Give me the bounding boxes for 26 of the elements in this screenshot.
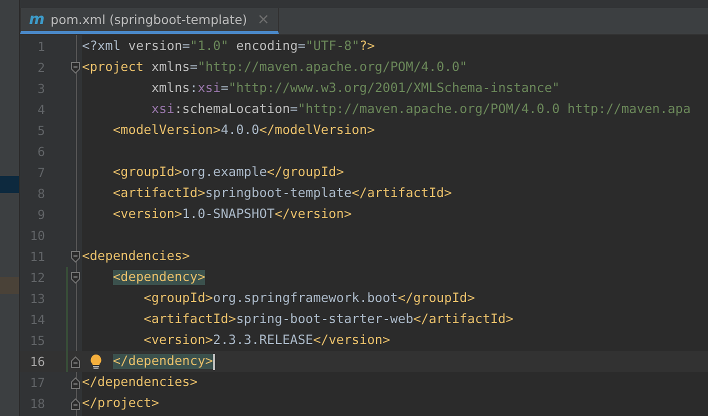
code-line: <artifactId>springboot-template</artifactId> xyxy=(112,186,452,201)
code-line: <artifactId>spring-boot-starter-web</artifactId> xyxy=(142,312,514,327)
fold-icon[interactable] xyxy=(71,62,80,74)
code-line: <version>1.0-SNAPSHOT</version> xyxy=(112,207,352,222)
maven-icon: m xyxy=(29,12,45,27)
editor-tab[interactable]: m pom.xml (springboot-template) × xyxy=(20,8,279,34)
code-line: <groupId>org.springframework.boot</groupId> xyxy=(142,291,475,306)
code-line: xsi:schemaLocation="http://maven.apache.org/POM/4.0.0 http://maven.apa xyxy=(150,102,691,117)
code-line: <groupId>org.example</groupId> xyxy=(112,165,344,180)
code-line: <project xmlns="http://maven.apache.org/POM/4.0.0" xyxy=(82,60,468,75)
code-line: <dependencies> xyxy=(82,249,190,264)
fold-icon[interactable] xyxy=(71,376,80,388)
fold-icon[interactable] xyxy=(71,272,80,284)
text-caret xyxy=(213,354,215,370)
code-line: <modelVersion>4.0.0</modelVersion> xyxy=(112,123,375,138)
fold-icon[interactable] xyxy=(71,250,80,262)
fold-icon[interactable] xyxy=(71,398,80,410)
code-line: </dependencies> xyxy=(82,375,198,390)
code-line: <?xml version="1.0" encoding="UTF-8"?> xyxy=(82,39,375,54)
fold-icon[interactable] xyxy=(71,356,80,368)
lightbulb-icon[interactable] xyxy=(90,354,102,369)
code-line: xmlns:xsi="http://www.w3.org/2001/XMLSchema-instance" xyxy=(150,81,560,96)
tab-title: pom.xml (springboot-template) xyxy=(50,12,248,27)
code-line: <version>2.3.3.RELEASE</version> xyxy=(142,333,390,348)
code-line: </project> xyxy=(82,396,160,411)
line-number: 16 xyxy=(28,354,45,369)
